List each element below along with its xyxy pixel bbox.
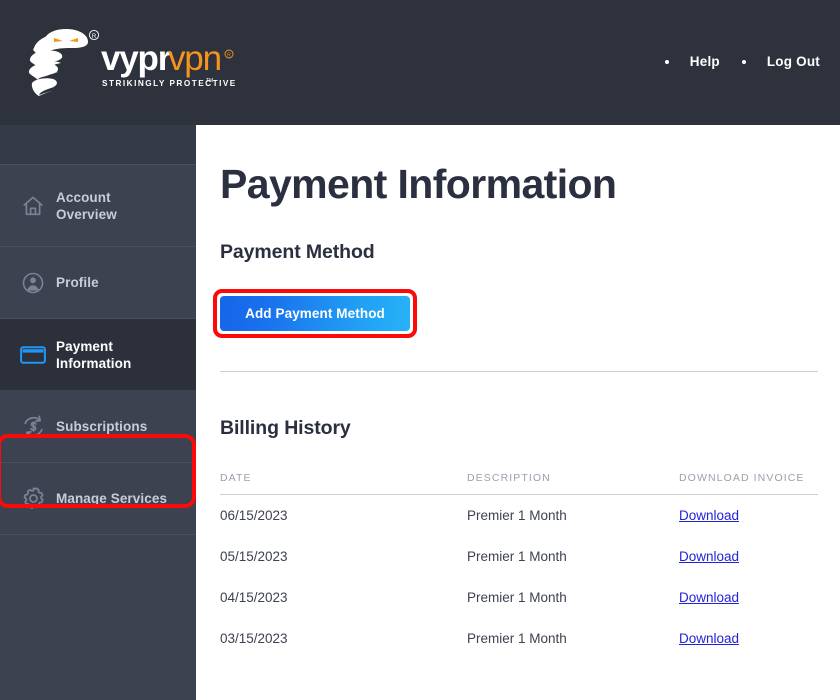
sidebar-item-manage-services[interactable]: Manage Services	[0, 463, 196, 535]
column-header-download-invoice: DOWNLOAD INVOICE	[679, 472, 818, 495]
svg-text:R: R	[92, 34, 97, 40]
table-row: 03/15/2023 Premier 1 Month Download	[220, 618, 818, 659]
header-nav-item-log-out[interactable]: Log Out	[720, 54, 820, 69]
billing-history-heading: Billing History	[220, 417, 351, 439]
column-header-date: DATE	[220, 472, 467, 495]
table-row: 04/15/2023 Premier 1 Month Download	[220, 577, 818, 618]
sidebar-item-label: Subscriptions	[56, 419, 148, 434]
content-divider	[220, 371, 818, 372]
sidebar-item-label: Payment Information	[56, 338, 132, 371]
cell-download: Download	[679, 577, 818, 618]
bullet-icon	[664, 59, 669, 64]
sidebar-item-subscriptions[interactable]: Subscriptions	[0, 391, 196, 463]
sidebar-item-account-overview[interactable]: Account Overview	[0, 165, 196, 247]
billing-history-table: DATE DESCRIPTION DOWNLOAD INVOICE 06/15/…	[220, 472, 818, 659]
svg-text:TM: TM	[206, 78, 213, 84]
cell-description: Premier 1 Month	[467, 631, 567, 646]
payment-method-heading: Payment Method	[220, 241, 375, 263]
column-header-description: DESCRIPTION	[467, 472, 679, 495]
sidebar-top-strip	[0, 125, 196, 165]
cell-description: Premier 1 Month	[467, 508, 567, 523]
refresh-dollar-icon	[14, 412, 52, 442]
vypr-cobra-logo-icon[interactable]: R vypr vpn R STRIKINGLY PROTECTIVE TM	[18, 26, 236, 98]
sidebar-item-profile[interactable]: Profile	[0, 247, 196, 319]
cell-description: Premier 1 Month	[467, 590, 567, 605]
svg-text:R: R	[227, 53, 231, 59]
download-invoice-link[interactable]: Download	[679, 590, 739, 605]
svg-text:vypr: vypr	[101, 39, 172, 78]
user-circle-icon	[14, 268, 52, 298]
svg-text:STRIKINGLY PROTECTIVE: STRIKINGLY PROTECTIVE	[102, 79, 236, 88]
sidebar: Account Overview Profile Payment Informa…	[0, 125, 196, 700]
header-nav-item-help[interactable]: Help	[664, 54, 720, 69]
download-invoice-link[interactable]: Download	[679, 508, 739, 523]
sidebar-item-label: Account Overview	[56, 189, 117, 222]
table-row: 06/15/2023 Premier 1 Month Download	[220, 495, 818, 537]
home-icon	[14, 191, 52, 221]
table-row: 05/15/2023 Premier 1 Month Download	[220, 536, 818, 577]
main-content: Payment Information Payment Method Add P…	[196, 125, 840, 700]
page-title: Payment Information	[220, 161, 617, 207]
help-link[interactable]: Help	[690, 54, 720, 69]
credit-card-icon	[14, 340, 52, 370]
bullet-icon	[741, 59, 746, 64]
cell-download: Download	[679, 618, 818, 659]
log-out-link[interactable]: Log Out	[767, 54, 820, 69]
cell-date: 04/15/2023	[220, 590, 288, 605]
header-nav: Help Log Out	[664, 54, 820, 69]
download-invoice-link[interactable]: Download	[679, 549, 739, 564]
sidebar-item-label: Manage Services	[56, 491, 168, 506]
cell-date: 03/15/2023	[220, 631, 288, 646]
sidebar-item-label: Profile	[56, 275, 99, 290]
add-payment-method-button[interactable]: Add Payment Method	[220, 296, 410, 331]
table-header-row: DATE DESCRIPTION DOWNLOAD INVOICE	[220, 472, 818, 495]
cell-date: 05/15/2023	[220, 549, 288, 564]
cell-description: Premier 1 Month	[467, 549, 567, 564]
app-header: R vypr vpn R STRIKINGLY PROTECTIVE TM He…	[0, 0, 840, 125]
download-invoice-link[interactable]: Download	[679, 631, 739, 646]
cell-download: Download	[679, 495, 818, 537]
cell-date: 06/15/2023	[220, 508, 288, 523]
add-payment-method-container: Add Payment Method	[213, 289, 417, 338]
svg-text:vpn: vpn	[168, 39, 221, 78]
sidebar-item-payment-information[interactable]: Payment Information	[0, 319, 196, 391]
cell-download: Download	[679, 536, 818, 577]
gear-icon	[14, 484, 52, 514]
